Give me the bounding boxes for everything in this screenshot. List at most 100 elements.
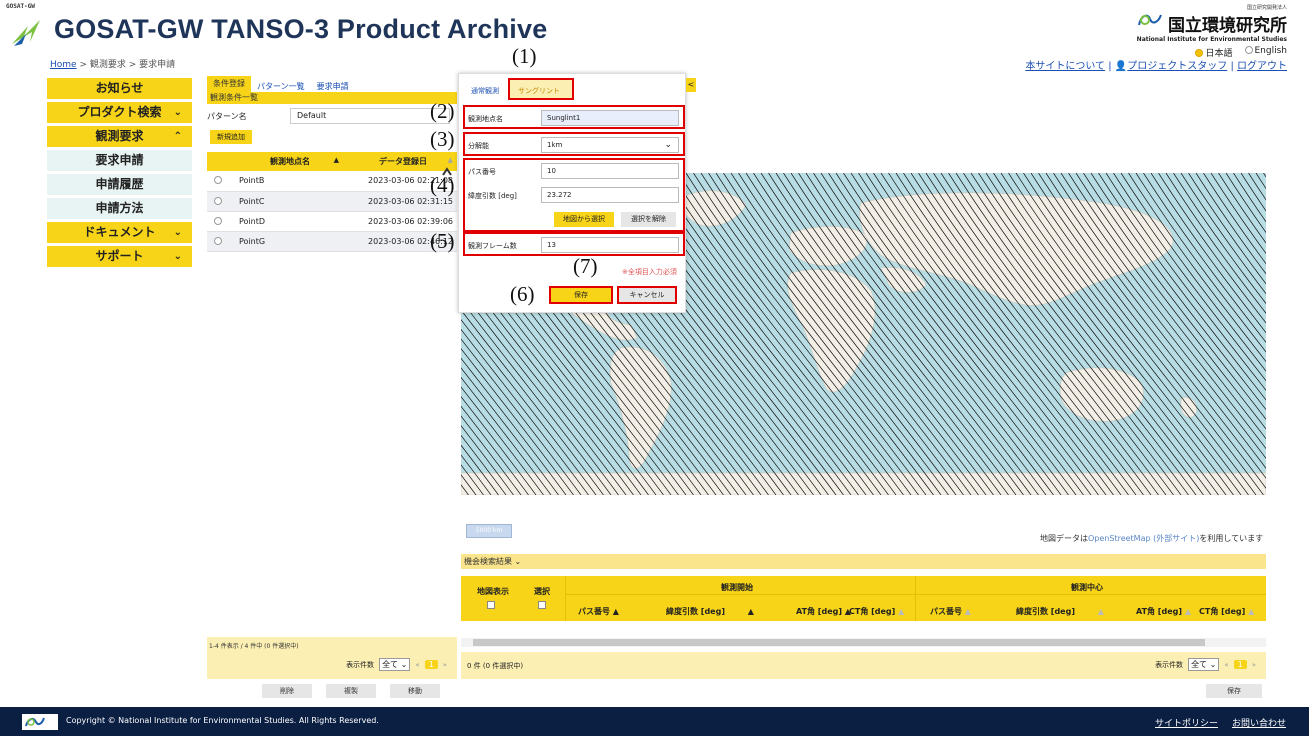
nav-item-support[interactable]: サポート ⌄ xyxy=(47,246,192,267)
col-center-latitude[interactable]: 緯度引数 [deg] ▲ xyxy=(1016,606,1104,617)
nav-item-label: サポート xyxy=(95,249,144,263)
save-button[interactable]: 保存 xyxy=(549,286,613,304)
nav-subitem-history[interactable]: 申請履歴 xyxy=(47,174,192,195)
nav-item-news[interactable]: お知らせ xyxy=(47,78,192,99)
clear-selection-button[interactable]: 選択を解除 xyxy=(621,212,676,227)
credit-text: 地図データは xyxy=(1040,534,1088,543)
site-name-input[interactable]: Sunglint1 xyxy=(541,110,679,126)
prev-page-icon[interactable]: « xyxy=(1224,661,1228,669)
divider xyxy=(565,594,1266,595)
annotation-7: (7) xyxy=(573,254,598,278)
col-start-ct[interactable]: CT角 [deg] ▲ xyxy=(849,606,904,617)
row-radio[interactable] xyxy=(207,191,231,212)
row-radio[interactable] xyxy=(207,231,231,252)
table-row[interactable]: PointC 2023-03-06 02:31:15 xyxy=(207,191,457,212)
project-staff-link[interactable]: プロジェクトスタッフ xyxy=(1127,61,1227,72)
gosat-logo-icon xyxy=(12,20,40,46)
col-center-ct[interactable]: CT角 [deg] ▲ xyxy=(1199,606,1254,617)
col-center-path[interactable]: パス番号 ▲ xyxy=(930,606,971,617)
pattern-select[interactable]: Default xyxy=(290,108,450,124)
tab-pattern-list[interactable]: パターン一覧 xyxy=(251,81,311,92)
map-display-all-checkbox[interactable] xyxy=(487,601,495,609)
table-row[interactable]: PointD 2023-03-06 02:39:06 xyxy=(207,211,457,232)
sort-icon: ▲ xyxy=(747,607,754,616)
results-title-bar[interactable]: 機会検索結果 ⌄ xyxy=(461,554,1266,569)
results-per-page-select[interactable]: 全て ⌄ xyxy=(1188,658,1220,671)
tab-condition-register[interactable]: 条件登録 xyxy=(207,76,251,92)
per-page-select[interactable]: 全て ⌄ xyxy=(379,658,411,671)
delete-button[interactable]: 削除 xyxy=(262,684,312,698)
breadcrumb-home-link[interactable]: Home xyxy=(50,60,77,70)
nav-item-label: お知らせ xyxy=(95,81,144,95)
current-page[interactable]: 1 xyxy=(424,660,438,669)
results-current-page[interactable]: 1 xyxy=(1233,660,1247,669)
nav-item-label: プロダクト検索 xyxy=(77,105,162,119)
sidebar-nav: お知らせ プロダクト検索 ⌄ 観測要求 ⌃ 要求申請 申請履歴 申請方法 ドキュメン… xyxy=(47,78,192,270)
contact-link[interactable]: お問い合わせ xyxy=(1232,716,1286,729)
frame-count-label: 観測フレーム数 xyxy=(468,242,517,250)
about-link[interactable]: 本サイトについて xyxy=(1025,61,1105,72)
sort-asc-icon: ▲ xyxy=(333,156,339,164)
site-name-label: 観測地点名 xyxy=(468,115,503,123)
link-separator: | xyxy=(1230,61,1234,72)
nies-small-label: 国立研究開発法人 xyxy=(1246,5,1287,11)
collapse-icon[interactable]: < xyxy=(686,78,696,92)
nav-subitem-request-apply[interactable]: 要求申請 xyxy=(47,150,192,171)
annotation-4: (4) xyxy=(430,173,455,197)
tab-sunglint[interactable]: サングリント xyxy=(508,78,574,100)
horizontal-scrollbar[interactable] xyxy=(461,638,1266,647)
nies-logo[interactable]: 国立研究開発法人 国立環境研究所 National Institute for … xyxy=(1136,4,1287,59)
sort-icon: ▲ xyxy=(964,607,971,616)
move-button[interactable]: 移動 xyxy=(390,684,440,698)
frame-count-input[interactable]: 13 xyxy=(541,237,679,253)
new-add-button[interactable]: 新規追加 xyxy=(210,130,252,144)
radio-icon xyxy=(214,236,222,245)
latitude-arg-label: 緯度引数 [deg] xyxy=(468,192,517,200)
nav-item-documents[interactable]: ドキュメント ⌄ xyxy=(47,222,192,243)
prev-page-icon[interactable]: « xyxy=(415,661,419,669)
select-all-checkbox[interactable] xyxy=(538,601,546,609)
next-page-icon[interactable]: » xyxy=(443,661,447,669)
site-footer: Copyright © National Institute for Envir… xyxy=(0,707,1309,736)
row-radio[interactable] xyxy=(207,171,231,192)
osm-link[interactable]: OpenStreetMap (外部サイト) xyxy=(1088,534,1199,543)
nav-item-observation-request[interactable]: 観測要求 ⌃ xyxy=(47,126,192,147)
results-count: 0 件 (0 件選択中) xyxy=(467,662,524,670)
annotation-2: (2) xyxy=(430,99,455,123)
cancel-button[interactable]: キャンセル xyxy=(617,286,677,304)
path-number-input[interactable]: 10 xyxy=(541,163,679,179)
site-name-group: 観測地点名 Sunglint1 xyxy=(463,105,685,129)
table-row[interactable]: PointG 2023-03-06 02:46:12 xyxy=(207,231,457,252)
table-header-site[interactable]: 観測地点名 ▲ xyxy=(231,152,349,171)
nav-item-product-search[interactable]: プロダクト検索 ⌄ xyxy=(47,102,192,123)
scrollbar-thumb[interactable] xyxy=(473,639,1205,646)
sort-icon: ▲ xyxy=(1248,607,1255,616)
chevron-up-icon: ⌃ xyxy=(173,131,182,142)
next-page-icon[interactable]: » xyxy=(1252,661,1256,669)
nies-name-en: National Institute for Environmental Stu… xyxy=(1136,36,1287,43)
table-header-radio xyxy=(207,152,231,171)
table-row[interactable]: PointB 2023-03-06 02:21:08 xyxy=(207,171,457,192)
results-save-button[interactable]: 保存 xyxy=(1206,684,1262,698)
row-radio[interactable] xyxy=(207,211,231,232)
tab-request-apply[interactable]: 要求申請 xyxy=(311,81,355,92)
copy-button[interactable]: 複製 xyxy=(326,684,376,698)
link-separator: | xyxy=(1108,61,1112,72)
site-policy-link[interactable]: サイトポリシー xyxy=(1155,716,1218,729)
results-footer: 0 件 (0 件選択中) 表示件数 全て ⌄ « 1 » xyxy=(461,652,1266,679)
nav-item-label: ドキュメント xyxy=(83,225,156,239)
required-note: ※全項目入力必須 xyxy=(622,268,677,276)
latitude-arg-input[interactable]: 23.272 xyxy=(541,187,679,203)
col-center-at[interactable]: AT角 [deg] ▲ xyxy=(1136,606,1191,617)
logout-link[interactable]: ログアウト xyxy=(1237,61,1287,72)
col-start-at[interactable]: AT角 [deg] ▲ xyxy=(796,606,851,617)
tab-normal-observation[interactable]: 通常観測 xyxy=(471,86,499,96)
orbit-track-line xyxy=(1225,173,1266,234)
col-start-path[interactable]: パス番号 ▲ xyxy=(578,606,619,617)
col-start-latitude[interactable]: 緯度引数 [deg] ▲ xyxy=(666,606,754,617)
column-label: 観測地点名 xyxy=(270,157,310,166)
resolution-select[interactable]: 1km ⌄ xyxy=(541,137,679,153)
nav-subitem-method[interactable]: 申請方法 xyxy=(47,198,192,219)
results-table-header: 地図表示 選択 観測開始 観測中心 パス番号 ▲ 緯度引数 [deg] ▲ AT… xyxy=(461,576,1266,621)
select-from-map-button[interactable]: 地図から選択 xyxy=(554,212,614,227)
